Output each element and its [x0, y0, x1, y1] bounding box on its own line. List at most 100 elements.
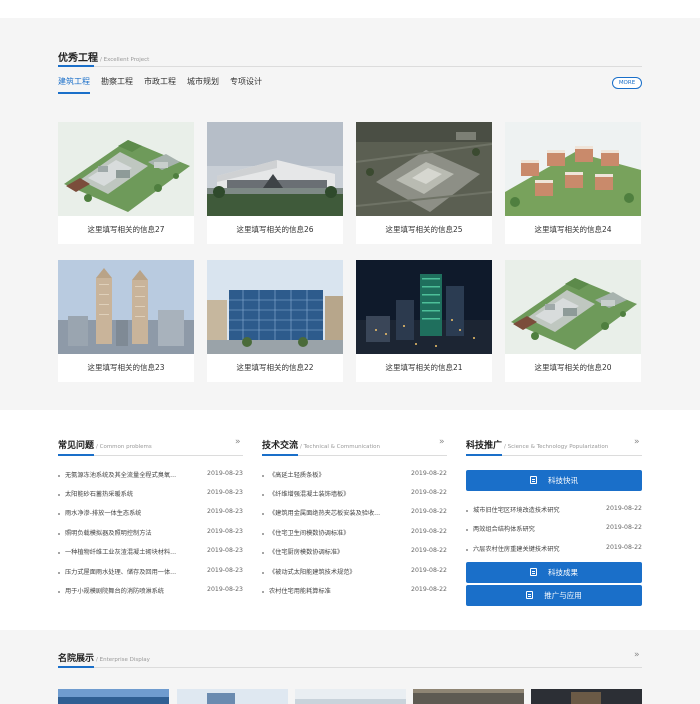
document-icon — [530, 568, 537, 576]
list-item[interactable]: 两效组合结构体系研究 2019-08-22 — [466, 524, 642, 536]
item-date: 2019-08-23 — [207, 470, 243, 477]
list-item[interactable]: 《被动式太阳能建筑技术规范》 2019-08-22 — [262, 567, 447, 579]
item-title: 雨水净渗-排放一体生态系统 — [65, 510, 142, 517]
tech-results-button[interactable]: 科技成果 — [466, 562, 642, 583]
list-item[interactable]: 太阳能砂石蓄热采暖系统 2019-08-23 — [58, 489, 243, 501]
list-item[interactable]: 《住宅卫生间模数协调标准》 2019-08-22 — [262, 528, 447, 540]
project-card[interactable]: 这里填写相关的信息26 — [207, 122, 343, 244]
bullet-icon — [466, 510, 468, 512]
card-caption: 这里填写相关的信息25 — [385, 225, 463, 234]
enterprise-title-text: 名院展示 — [58, 654, 95, 664]
project-card[interactable]: 这里填写相关的信息23 — [58, 260, 194, 382]
item-date: 2019-08-23 — [207, 586, 243, 593]
item-title: 《高延土轻质条板》 — [269, 472, 325, 479]
item-title: 《被动式太阳能建筑技术规范》 — [269, 569, 356, 576]
tech-divider-accent — [262, 454, 298, 456]
tab-municipal[interactable]: 市政工程 — [144, 76, 176, 94]
bullet-icon — [262, 533, 264, 535]
item-title: 六层农村住房重建关键技术研究 — [473, 546, 560, 553]
list-item[interactable]: 农村住宅用能耗算标准 2019-08-22 — [262, 586, 447, 598]
document-icon — [526, 591, 534, 599]
item-date: 2019-08-22 — [606, 524, 642, 531]
faq-title-text: 常见问题 — [58, 441, 95, 451]
bullet-icon — [262, 572, 264, 574]
card-caption: 这里填写相关的信息22 — [236, 363, 314, 372]
item-title: 两效组合结构体系研究 — [473, 526, 535, 533]
campus-aerial-image — [58, 122, 194, 216]
section-title: 优秀工程 / Excellent Project — [58, 49, 149, 64]
item-date: 2019-08-22 — [606, 505, 642, 512]
faq-more-icon[interactable]: » — [235, 437, 241, 447]
popular-divider-accent — [466, 454, 502, 456]
list-item[interactable]: 城市旧住宅区环境改造技术研究 2019-08-22 — [466, 505, 642, 517]
tech-subtitle: / Technical & Communication — [300, 444, 381, 450]
list-item[interactable]: 六层农村住房重建关键技术研究 2019-08-22 — [466, 544, 642, 556]
tech-news-button[interactable]: 科技快讯 — [466, 470, 642, 491]
list-item[interactable]: 压力式屋面雨水处理、储存及回用一体... 2019-08-23 — [58, 567, 243, 579]
card-caption: 这里填写相关的信息27 — [87, 225, 165, 234]
tab-special-design[interactable]: 专项设计 — [230, 76, 262, 94]
enterprise-more-icon[interactable]: » — [634, 650, 640, 660]
list-item[interactable]: 无氨源冻池系统及其全流量全程式臭氧... 2019-08-23 — [58, 470, 243, 482]
section-title-text: 优秀工程 — [58, 53, 98, 64]
enterprise-thumb[interactable] — [413, 689, 524, 704]
list-item[interactable]: 《纤维增强混凝土装饰墙板》 2019-08-22 — [262, 489, 447, 501]
item-date: 2019-08-22 — [606, 544, 642, 551]
project-card[interactable]: 这里填写相关的信息25 — [356, 122, 492, 244]
list-item[interactable]: 《高延土轻质条板》 2019-08-22 — [262, 470, 447, 482]
bullet-icon — [58, 572, 60, 574]
enterprise-title: 名院展示 / Enterprise Display — [58, 651, 150, 664]
section-subtitle: / Excellent Project — [100, 57, 150, 63]
project-card[interactable]: 这里填写相关的信息27 — [58, 122, 194, 244]
tab-urban-planning[interactable]: 城市规划 — [187, 76, 219, 94]
faq-divider-accent — [58, 454, 94, 456]
tab-survey[interactable]: 勘察工程 — [101, 76, 133, 94]
popular-subtitle: / Science & Technology Popularization — [504, 444, 609, 450]
item-date: 2019-08-23 — [207, 489, 243, 496]
category-tabs: 建筑工程 勘察工程 市政工程 城市规划 专项设计 — [58, 76, 273, 94]
bullet-icon — [58, 513, 60, 515]
list-item[interactable]: 雨水净渗-排放一体生态系统 2019-08-23 — [58, 508, 243, 520]
tech-more-icon[interactable]: » — [439, 437, 445, 447]
project-card[interactable]: 这里填写相关的信息21 — [356, 260, 492, 382]
enterprise-thumb[interactable] — [295, 689, 406, 704]
item-title: 《住宅厨房模数协调标准》 — [269, 549, 344, 556]
more-button[interactable]: MORE — [612, 77, 642, 89]
project-card[interactable]: 这里填写相关的信息20 — [505, 260, 641, 382]
bullet-icon — [262, 475, 264, 477]
item-date: 2019-08-22 — [411, 567, 447, 574]
list-item[interactable]: 《建筑用金属面绝热夹芯板安装及验收... 2019-08-22 — [262, 508, 447, 520]
enterprise-divider — [58, 667, 642, 668]
popular-more-icon[interactable]: » — [634, 437, 640, 447]
item-title: 一种植物纤维工业灰渣混凝土砌块材料... — [65, 549, 177, 556]
divider-accent — [58, 65, 94, 67]
enterprise-thumb[interactable] — [58, 689, 169, 704]
enterprise-thumb[interactable] — [177, 689, 288, 704]
item-title: 太阳能砂石蓄热采暖系统 — [65, 491, 134, 498]
list-item[interactable]: 《住宅厨房模数协调标准》 2019-08-22 — [262, 547, 447, 559]
campus-aerial-image — [505, 260, 641, 354]
popular-title-text: 科技推广 — [466, 441, 503, 451]
list-item[interactable]: 一种植物纤维工业灰渣混凝土砌块材料... 2019-08-23 — [58, 547, 243, 559]
enterprise-thumb[interactable] — [531, 689, 642, 704]
item-title: 照明负载模拟器及照明控制方法 — [65, 530, 152, 537]
item-date: 2019-08-23 — [207, 547, 243, 554]
list-item[interactable]: 用于小规模剧院舞台的消防喷淋系统 2019-08-23 — [58, 586, 243, 598]
promotion-application-button[interactable]: 推广与应用 — [466, 585, 642, 606]
project-card[interactable]: 这里填写相关的信息22 — [207, 260, 343, 382]
item-date: 2019-08-22 — [411, 528, 447, 535]
project-card[interactable]: 这里填写相关的信息24 — [505, 122, 641, 244]
modern-building-lake-image — [207, 122, 343, 216]
item-date: 2019-08-23 — [207, 567, 243, 574]
item-title: 农村住宅用能耗算标准 — [269, 588, 331, 595]
item-title: 压力式屋面雨水处理、储存及回用一体... — [65, 569, 177, 576]
item-date: 2019-08-22 — [411, 508, 447, 515]
item-title: 用于小规模剧院舞台的消防喷淋系统 — [65, 588, 164, 595]
item-title: 《纤维增强混凝土装饰墙板》 — [269, 491, 350, 498]
card-caption: 这里填写相关的信息26 — [236, 225, 314, 234]
document-icon — [530, 476, 537, 484]
item-date: 2019-08-22 — [411, 586, 447, 593]
list-item[interactable]: 照明负载模拟器及照明控制方法 2019-08-23 — [58, 528, 243, 540]
enterprise-subtitle: / Enterprise Display — [96, 657, 150, 663]
tab-architecture[interactable]: 建筑工程 — [58, 76, 90, 94]
